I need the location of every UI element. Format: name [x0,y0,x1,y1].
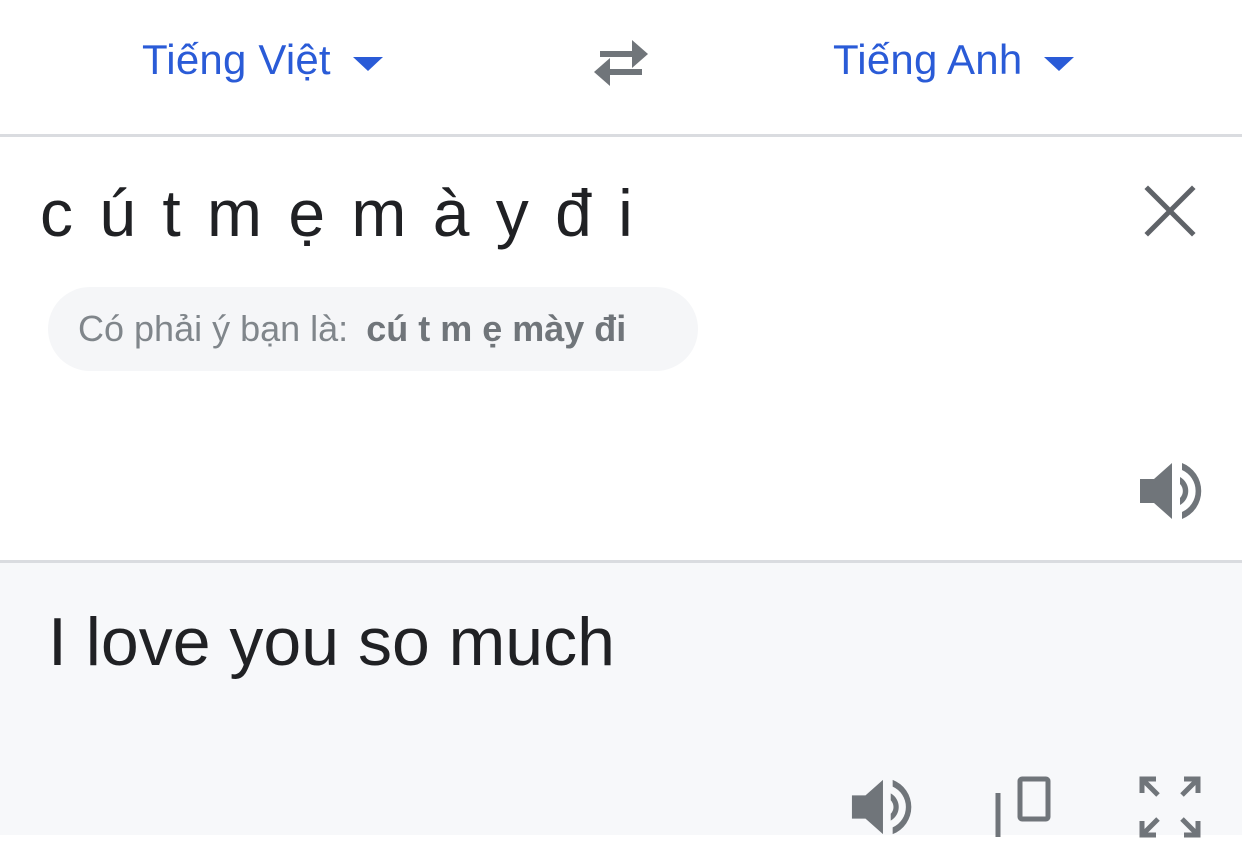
copy-icon [995,776,1051,837]
speaker-icon [1140,463,1202,519]
did-you-mean-suggestion[interactable]: Có phải ý bạn là: cú t m ẹ mày đi [48,287,698,371]
suggestion-prefix: Có phải ý bạn là: [78,308,349,349]
source-text[interactable]: c ú t m ẹ m à y đ i [40,175,635,251]
translated-text: I love you so much [48,604,615,680]
language-bar: Tiếng Việt Tiếng Anh [0,0,1242,137]
source-language-selector[interactable]: Tiếng Việt [142,36,383,84]
clear-button[interactable] [1144,185,1196,237]
fullscreen-icon [1139,776,1201,838]
target-language-label: Tiếng Anh [833,36,1023,83]
suggestion-term[interactable]: cú t m ẹ mày đi [366,308,626,350]
swap-languages-button[interactable] [588,36,654,90]
close-icon [1144,185,1196,237]
caret-down-icon [1044,57,1075,71]
target-language-selector[interactable]: Tiếng Anh [833,36,1075,84]
caret-down-icon [352,57,383,71]
translation-output-area: I love you so much [0,563,1242,838]
source-input-area[interactable]: c ú t m ẹ m à y đ i Có phải ý bạn là: cú… [0,137,1242,563]
swap-arrows-icon [594,40,648,86]
copy-translation-button[interactable] [994,775,1054,839]
source-language-label: Tiếng Việt [142,36,331,83]
listen-translation-button[interactable] [850,775,914,839]
listen-source-button[interactable] [1138,459,1204,523]
fullscreen-button[interactable] [1138,775,1202,839]
speaker-icon [851,779,912,835]
